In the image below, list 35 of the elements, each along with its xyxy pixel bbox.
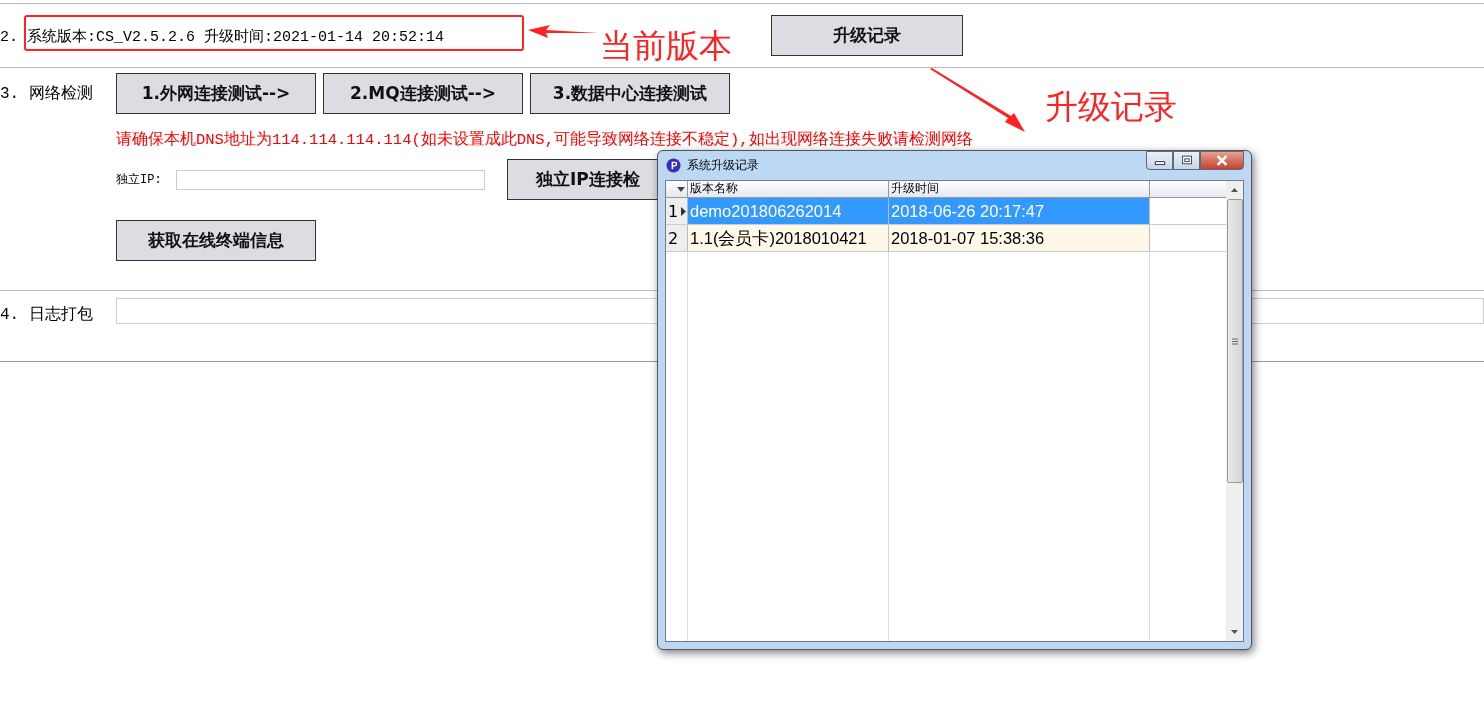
- warning-text: 请确保本机DNS地址为114.114.114.114(如未设置成此DNS,可能导致网络连接不稳定),如出现网络连接失败请检测网络: [116, 130, 973, 150]
- dropdown-icon[interactable]: [677, 186, 685, 192]
- scroll-up-icon[interactable]: [1231, 188, 1238, 192]
- column-header[interactable]: 版本名称: [688, 181, 889, 197]
- section-label: 3. 网络检测: [0, 84, 94, 105]
- test-button[interactable]: 2.MQ连接测试-->: [323, 73, 523, 114]
- arrow-icon: [930, 68, 1025, 132]
- close-button[interactable]: [1200, 151, 1244, 170]
- field-label: 独立IP:: [116, 172, 163, 188]
- row-number: 2: [668, 228, 679, 248]
- table-row[interactable]: 1 demo201806262014 2018-06-26 20:17:47: [666, 198, 1226, 225]
- maximize-button[interactable]: [1173, 151, 1200, 170]
- table-cell: 2018-06-26 20:17:47: [889, 198, 1150, 224]
- scrollbar[interactable]: [1226, 181, 1243, 641]
- annotation-text: 升级记录: [1045, 86, 1177, 128]
- table-row[interactable]: 2 1.1(会员卡)2018010421 2018-01-07 15:38:36: [666, 225, 1226, 252]
- grip-icon: [1231, 337, 1238, 345]
- scroll-down-icon[interactable]: [1231, 630, 1238, 634]
- app-logo-icon: [666, 158, 681, 173]
- section-label: 4. 日志打包: [0, 304, 94, 326]
- upgrade-history-button[interactable]: 升级记录: [771, 15, 963, 56]
- table-cell: 2018-01-07 15:38:36: [889, 225, 1150, 251]
- close-icon: [1215, 155, 1229, 166]
- annotation-text: 当前版本: [600, 25, 732, 67]
- test-button[interactable]: 3.数据中心连接测试: [530, 73, 730, 114]
- maximize-icon: [1179, 155, 1194, 166]
- ip-input-field[interactable]: [176, 169, 485, 190]
- test-button[interactable]: 1.外网连接测试-->: [116, 73, 316, 114]
- column-header[interactable]: 升级时间: [889, 181, 1150, 197]
- row-number: 1: [668, 201, 679, 221]
- minimize-button[interactable]: [1146, 151, 1173, 170]
- table-cell: demo201806262014: [688, 198, 889, 224]
- terminal-info-button[interactable]: 获取在线终端信息: [116, 220, 316, 261]
- table-cell: 1.1(会员卡)2018010421: [688, 225, 889, 251]
- version-text: 2. 系统版本:CS_V2.5.2.6 升级时间:2021-01-14 20:52:14: [0, 28, 445, 46]
